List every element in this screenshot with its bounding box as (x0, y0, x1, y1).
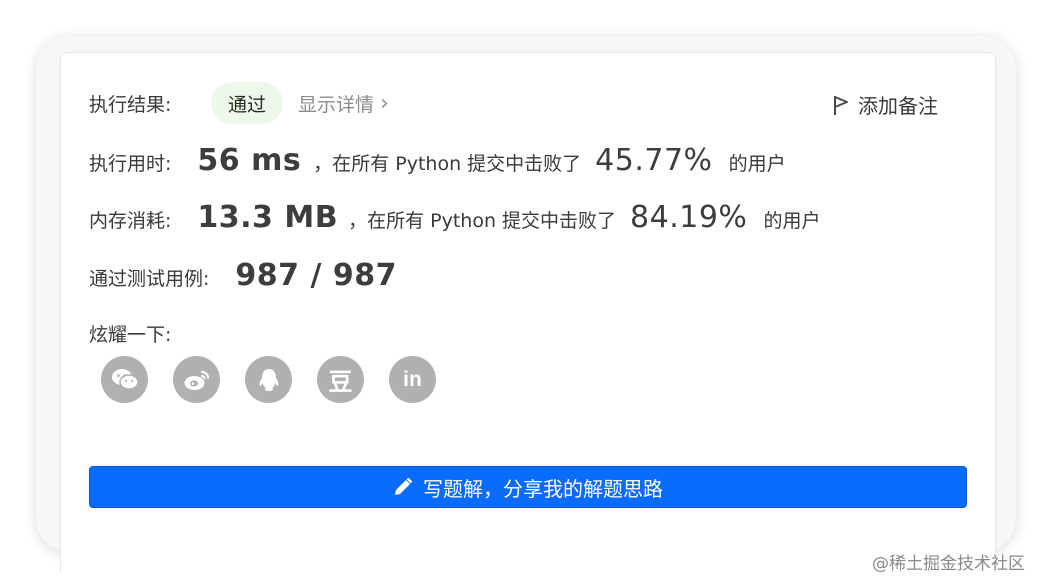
result-label: 执行结果: (89, 94, 172, 116)
wechat-glyph (111, 368, 139, 390)
linkedin-glyph: in (403, 367, 422, 391)
douban-glyph: 豆 (328, 368, 353, 396)
memory-row: 内存消耗: 13.3 MB ，在所有 Python 提交中击败了 84.19% … (89, 200, 820, 235)
flag-icon (834, 95, 848, 115)
watermark: @稀土掘金技术社区 (872, 554, 1025, 574)
memory-suffix: 的用户 (763, 210, 821, 232)
result-row: 执行结果: (89, 90, 171, 117)
linkedin-icon[interactable]: in (389, 356, 436, 403)
write-solution-label: 写题解，分享我的解题思路 (423, 476, 663, 501)
memory-value: 13.3 MB (197, 200, 339, 235)
weibo-glyph (184, 370, 209, 390)
pencil-icon (395, 477, 413, 495)
memory-beat-text: ，在所有 Python 提交中击败了 (348, 210, 617, 232)
add-note-button[interactable]: 添加备注 (832, 90, 938, 119)
memory-percent: 84.19% (630, 200, 748, 235)
runtime-label: 执行用时: (89, 153, 172, 175)
wechat-icon[interactable] (101, 356, 148, 403)
share-label: 炫耀一下: (89, 324, 172, 346)
qq-glyph (259, 368, 278, 391)
runtime-beat-text: ，在所有 Python 提交中击败了 (313, 153, 582, 175)
add-note-label: 添加备注 (858, 94, 938, 118)
show-details-link[interactable]: 显示详情 › (298, 90, 389, 117)
write-solution-button[interactable]: 写题解，分享我的解题思路 (89, 466, 967, 508)
testcases-value: 987 / 987 (235, 258, 397, 293)
weibo-icon[interactable] (173, 356, 220, 403)
memory-label: 内存消耗: (89, 210, 172, 232)
testcases-label: 通过测试用例: (89, 268, 210, 290)
douban-icon[interactable]: 豆 (317, 356, 364, 403)
show-details-label: 显示详情 (298, 94, 375, 116)
testcases-row: 通过测试用例: 987 / 987 (89, 258, 397, 293)
status-badge: 通过 (211, 82, 283, 124)
share-icons: 豆 in (101, 356, 436, 403)
chevron-right-icon: › (380, 91, 389, 116)
runtime-value: 56 ms (197, 143, 302, 178)
runtime-row: 执行用时: 56 ms ，在所有 Python 提交中击败了 45.77% 的用… (89, 143, 786, 178)
runtime-percent: 45.77% (595, 143, 713, 178)
qq-icon[interactable] (245, 356, 292, 403)
runtime-suffix: 的用户 (728, 153, 786, 175)
